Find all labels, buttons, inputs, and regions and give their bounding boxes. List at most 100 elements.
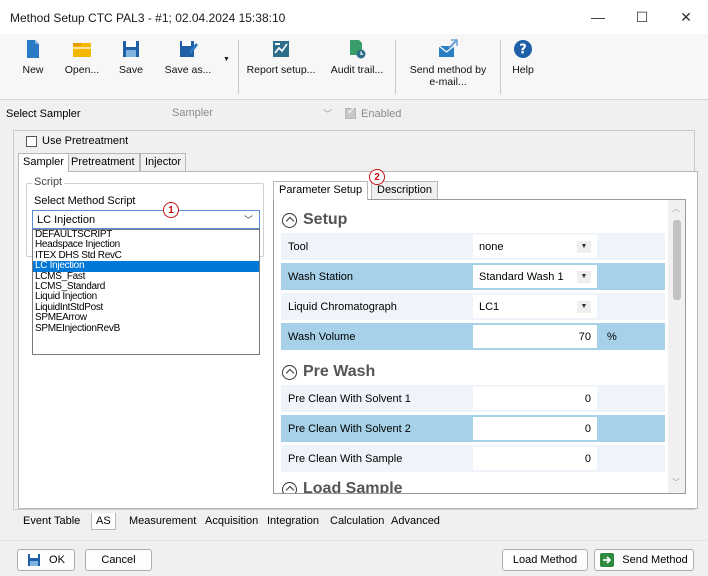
folder-icon [73,43,91,57]
select-method-script-label: Select Method Script [34,195,136,207]
tab-integration[interactable]: Integration [263,513,323,530]
load-method-button[interactable]: Load Method [502,549,588,571]
param-value: 0 [584,423,591,435]
save-button[interactable]: Save [116,37,146,97]
report-chart-icon [273,41,289,57]
dropdown-arrow-icon: ▼ [577,271,591,283]
close-button[interactable]: ✕ [664,0,708,34]
param-unit: % [607,331,617,343]
open-button[interactable]: Open... [62,37,102,97]
audit-trail-button[interactable]: Audit trail... [330,37,384,97]
new-button[interactable]: New [18,37,48,97]
section-load-sample-header[interactable]: Load Sample [282,480,403,494]
tab-calculation[interactable]: Calculation [326,513,388,530]
footer: OK Cancel Load Method Send Method [0,540,708,576]
use-pretreatment-checkbox[interactable] [26,136,37,147]
param-row-pre-clean-solvent-2: Pre Clean With Solvent 2 0 [281,415,665,442]
param-value: 0 [584,393,591,405]
cancel-label: Cancel [101,554,136,566]
window-title: Method Setup CTC PAL3 - #1; 02.04.2024 1… [10,11,286,25]
wash-volume-input[interactable]: 70 [473,325,597,348]
dropdown-option-selected[interactable]: LC Injection [33,260,259,272]
section-pre-wash-title: Pre Wash [303,363,376,380]
tab-as[interactable]: AS [91,513,116,530]
email-send-icon [438,39,458,57]
param-row-wash-station: Wash Station Standard Wash 1 ▼ [281,263,665,290]
section-pre-wash-header[interactable]: Pre Wash [282,363,375,381]
tab-measurement[interactable]: Measurement [125,513,200,530]
dropdown-arrow-icon: ▼ [577,241,591,253]
send-method-button[interactable]: Send Method [594,549,694,571]
toolbar-separator [500,40,501,94]
scrollbar-thumb[interactable] [673,220,681,300]
send-method-email-button[interactable]: Send method by e-mail... [405,37,491,97]
section-load-sample-title: Load Sample [303,480,403,494]
param-value: LC1 [479,301,500,313]
ok-label: OK [49,554,65,566]
param-value: Standard Wash 1 [479,271,564,283]
tab-pretreatment[interactable]: Pretreatment [66,153,140,171]
param-row-liquid-chromatograph: Liquid Chromatograph LC1 ▼ [281,293,665,320]
use-pretreatment-label: Use Pretreatment [42,135,129,147]
pre-clean-solvent-1-input[interactable]: 0 [473,387,597,410]
minimize-button[interactable]: — [576,0,620,34]
report-setup-label: Report setup... [246,64,316,76]
open-label: Open... [64,64,100,76]
param-label: Wash Volume [288,331,356,343]
svg-text:?: ? [519,43,527,58]
method-script-value: LC Injection [37,214,96,226]
tab-sampler[interactable]: Sampler [18,153,69,172]
cancel-button[interactable]: Cancel [85,549,152,571]
param-label: Pre Clean With Sample [288,453,403,465]
method-script-select[interactable]: LC Injection ﹀ [32,210,260,229]
scroll-up-icon[interactable]: ︿ [672,203,680,214]
param-value: 70 [578,331,591,343]
tab-event-table[interactable]: Event Table [19,513,84,530]
section-setup-header[interactable]: Setup [282,211,347,229]
vertical-scrollbar[interactable]: ︿ ﹀ [668,200,685,493]
select-sampler-label: Select Sampler [6,108,81,120]
maximize-button[interactable]: ☐ [620,0,664,34]
scroll-down-icon[interactable]: ﹀ [672,477,680,488]
sampler-select[interactable]: Sampler ﹀ [166,104,338,124]
tab-parameter-setup[interactable]: Parameter Setup [273,181,369,200]
send-method-label: Send Method [622,554,688,566]
close-icon: ✕ [680,8,692,25]
pre-clean-sample-input[interactable]: 0 [473,447,597,470]
audit-trail-icon [350,40,366,59]
minimize-icon: — [591,9,605,25]
floppy-disk-icon [28,554,41,566]
save-label: Save [119,64,143,76]
ok-button[interactable]: OK [17,549,75,571]
help-button[interactable]: ? Help [510,37,536,97]
title-bar: Method Setup CTC PAL3 - #1; 02.04.2024 1… [0,0,708,34]
save-as-button[interactable]: Save as... [163,37,213,97]
dropdown-option[interactable]: SPMEInjectionRevB [33,323,259,334]
wash-station-select[interactable]: Standard Wash 1 ▼ [473,265,597,288]
tab-injector[interactable]: Injector [140,153,187,171]
toolbar-separator [238,40,239,94]
enabled-checkbox[interactable] [345,106,356,119]
param-value: none [479,241,504,253]
tool-select[interactable]: none ▼ [473,235,597,258]
report-setup-button[interactable]: Report setup... [246,37,316,97]
send-method-label-line2: e-mail... [429,76,467,88]
tab-advanced[interactable]: Advanced [387,513,444,530]
param-label: Tool [288,241,309,253]
param-value: 0 [584,453,591,465]
save-as-dropdown-icon[interactable]: ▼ [223,56,230,63]
param-label: Liquid Chromatograph [288,301,397,313]
section-setup-title: Setup [303,211,348,228]
annotation-badge-1: 1 [163,202,179,218]
audit-trail-label: Audit trail... [330,64,384,76]
chevron-down-icon: ﹀ [322,109,332,119]
method-script-dropdown-list: DEFAULTSCRIPT Headspace Injection ITEX D… [32,229,260,355]
tab-acquisition[interactable]: Acquisition [201,513,262,530]
chevron-down-icon: ﹀ [243,215,253,225]
liquid-chromatograph-select[interactable]: LC1 ▼ [473,295,597,318]
save-as-label: Save as... [164,64,212,76]
enabled-label: Enabled [361,108,402,120]
pre-clean-solvent-2-input[interactable]: 0 [473,417,597,440]
dropdown-option[interactable]: SPMEArrow [33,312,259,323]
collapse-icon [282,481,297,493]
